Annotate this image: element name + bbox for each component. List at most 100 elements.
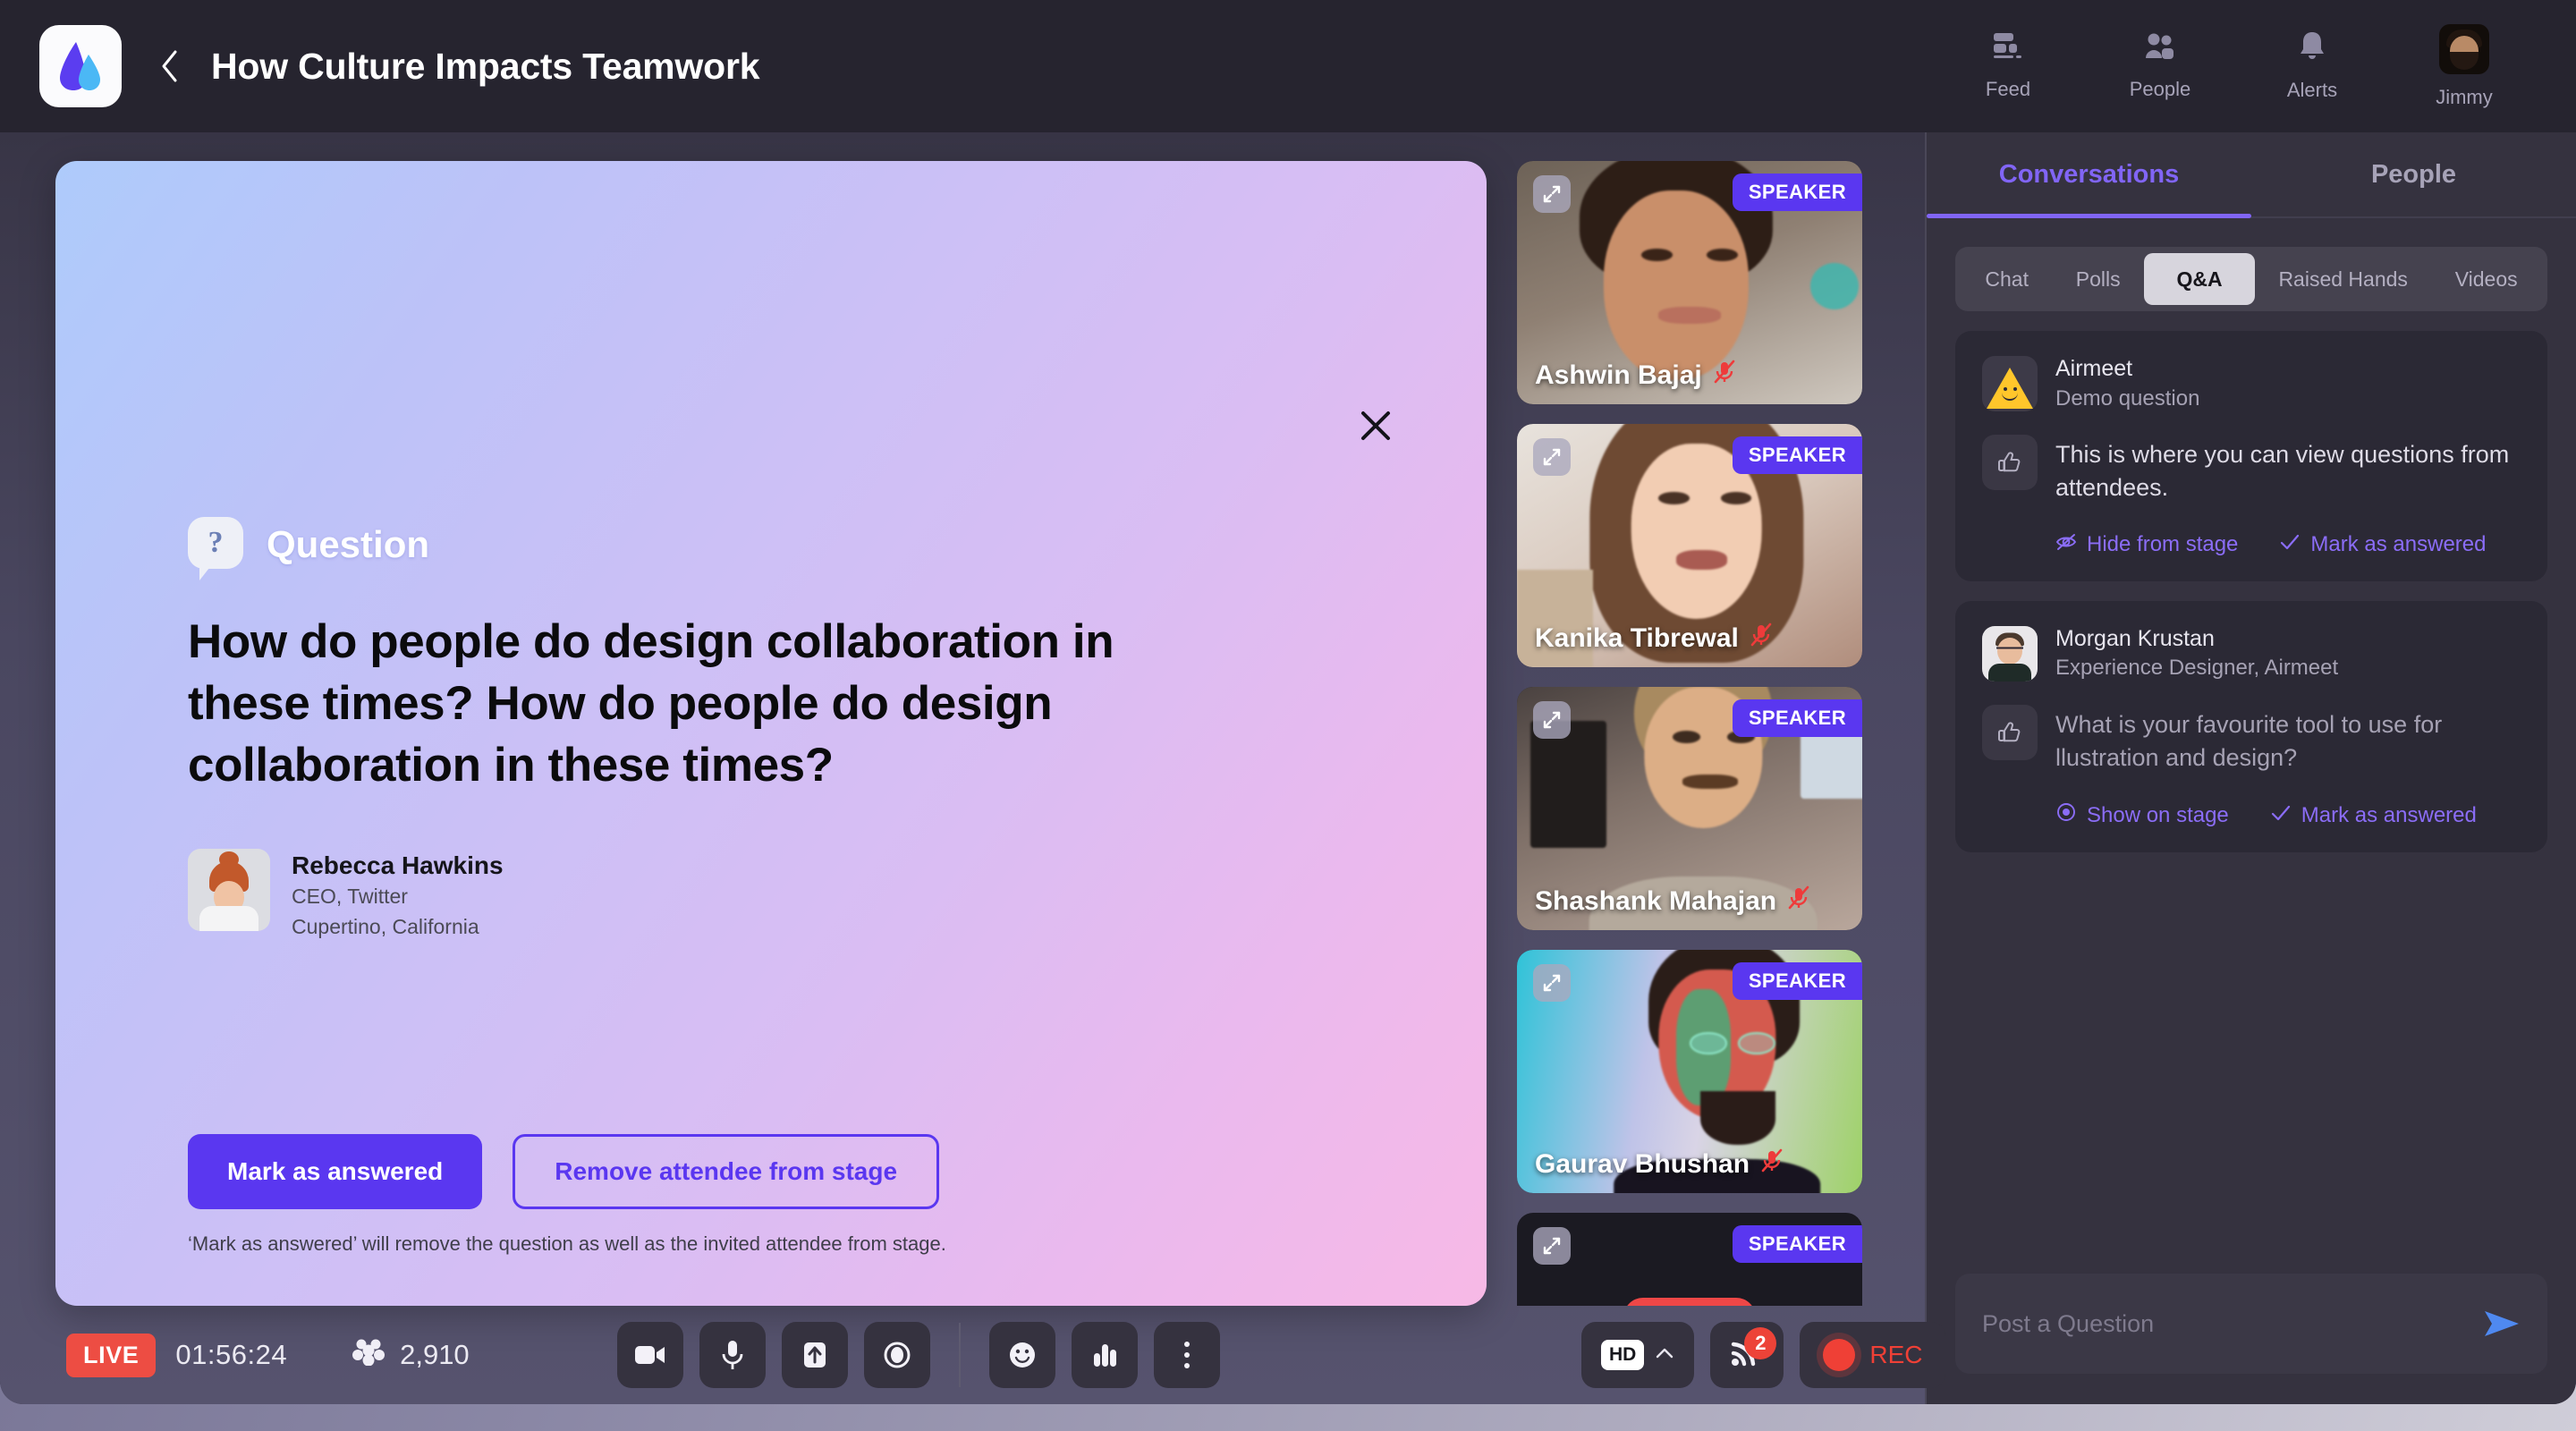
- speaker-tile[interactable]: SPEAKER Shashank Mahajan: [1517, 687, 1862, 930]
- hd-quality-button[interactable]: HD: [1581, 1322, 1695, 1388]
- check-icon: [2279, 532, 2301, 557]
- visibility-button[interactable]: [864, 1322, 930, 1388]
- speaker-rail: SPEAKER Ashwin Bajaj SPEAKER Kanika Tibr…: [1517, 161, 1893, 1306]
- speaker-badge: SPEAKER: [1732, 962, 1862, 1000]
- expand-icon[interactable]: [1533, 701, 1571, 739]
- emoji-button[interactable]: [989, 1322, 1055, 1388]
- microphone-button[interactable]: [699, 1322, 766, 1388]
- questioner-name: Airmeet: [2055, 356, 2133, 381]
- speaker-name-row: Ashwin Bajaj: [1535, 360, 1736, 392]
- media-controls: [617, 1322, 1220, 1388]
- hide-from-stage-label: Hide from stage: [2087, 532, 2239, 557]
- divider: [959, 1323, 961, 1387]
- expand-icon[interactable]: [1533, 175, 1571, 213]
- airmeet-logo-icon[interactable]: [39, 25, 122, 107]
- thumbs-up-icon[interactable]: [1982, 704, 2038, 760]
- nav-item-profile[interactable]: Jimmy: [2388, 23, 2540, 109]
- thumbs-up-icon[interactable]: [1982, 435, 2038, 491]
- network-signal-button[interactable]: 2: [1710, 1322, 1784, 1388]
- kebab-menu-icon: [1184, 1342, 1190, 1368]
- speaker-tile[interactable]: SPEAKER AG: [1517, 1213, 1862, 1306]
- question-author: Rebecca Hawkins CEO, Twitter Cupertino, …: [188, 848, 1370, 942]
- speaker-name-row: Shashank Mahajan: [1535, 885, 1810, 918]
- app-window: How Culture Impacts Teamwork Feed People…: [0, 0, 2576, 1404]
- chevron-left-icon[interactable]: [152, 39, 188, 93]
- mark-as-answered-label: Mark as answered: [2301, 802, 2477, 827]
- bell-icon: [2297, 30, 2327, 67]
- mic-off-icon: [1713, 360, 1736, 392]
- record-dot-icon: [1823, 1339, 1856, 1371]
- session-timer: 01:56:24: [175, 1339, 288, 1370]
- record-button[interactable]: REC: [1800, 1322, 1946, 1388]
- speaker-badge: SPEAKER: [1732, 174, 1862, 211]
- questioner-sub: Experience Designer, Airmeet: [2055, 656, 2339, 681]
- question-content: ? Question How do people do design colla…: [55, 161, 1487, 942]
- close-icon[interactable]: [1351, 401, 1401, 451]
- chevron-up-icon: [1655, 1347, 1674, 1364]
- hd-label: HD: [1601, 1340, 1645, 1370]
- segment-videos[interactable]: Videos: [2431, 253, 2541, 305]
- show-on-stage-button[interactable]: Show on stage: [2055, 801, 2229, 829]
- more-options-button[interactable]: [1154, 1322, 1220, 1388]
- avatar: [2439, 23, 2489, 74]
- nav-item-people[interactable]: People: [2084, 31, 2236, 101]
- question-note: ‘Mark as answered’ will remove the quest…: [188, 1232, 946, 1255]
- initials-avatar: AG: [1623, 1297, 1756, 1306]
- question-card: Morgan Krustan Experience Designer, Airm…: [1955, 600, 2547, 853]
- speaker-name: Shashank Mahajan: [1535, 886, 1777, 916]
- segment-qa[interactable]: Q&A: [2144, 253, 2256, 305]
- eye-off-icon: [2055, 532, 2077, 558]
- segment-chat[interactable]: Chat: [1962, 253, 2052, 305]
- segment-polls[interactable]: Polls: [2052, 253, 2144, 305]
- expand-icon[interactable]: [1533, 1227, 1571, 1265]
- question-actions: Mark as answered Remove attendee from st…: [55, 1134, 1487, 1209]
- stage-toolbar: LIVE 01:56:24 2,910 HD 2 REC: [0, 1306, 1946, 1404]
- hide-from-stage-button[interactable]: Hide from stage: [2055, 532, 2238, 558]
- bar-chart-icon: [1094, 1344, 1116, 1367]
- mark-as-answered-label: Mark as answered: [2310, 532, 2487, 557]
- nav-item-alerts[interactable]: Alerts: [2236, 30, 2388, 102]
- question-card: Airmeet Demo question This is where you …: [1955, 331, 2547, 581]
- question-card-actions: Hide from stage Mark as answered: [1982, 532, 2521, 558]
- question-composer: [1955, 1274, 2547, 1374]
- stage-column: ? Question How do people do design colla…: [0, 132, 1946, 1404]
- video-camera-icon: [635, 1346, 665, 1364]
- question-card-body: This is where you can view questions fro…: [1982, 435, 2521, 505]
- top-navigation: Feed People Alerts Jimmy: [1932, 23, 2540, 109]
- expand-icon[interactable]: [1533, 964, 1571, 1002]
- camera-button[interactable]: [617, 1322, 683, 1388]
- share-screen-button[interactable]: [782, 1322, 848, 1388]
- top-bar: How Culture Impacts Teamwork Feed People…: [0, 0, 2576, 132]
- question-card-header: Morgan Krustan Experience Designer, Airm…: [1982, 624, 2521, 683]
- segment-raised-hands[interactable]: Raised Hands: [2255, 253, 2431, 305]
- speaker-tile[interactable]: SPEAKER Ashwin Bajaj: [1517, 161, 1862, 404]
- send-icon[interactable]: [2479, 1306, 2524, 1342]
- feed-icon: [1991, 31, 2025, 66]
- conversations-panel: Conversations People Chat Polls Q&A Rais…: [1925, 132, 2576, 1404]
- tab-conversations[interactable]: Conversations: [1927, 132, 2251, 218]
- post-question-input[interactable]: [1982, 1309, 2479, 1338]
- question-text: How do people do design collaboration in…: [188, 615, 1114, 792]
- signal-badge: 2: [1744, 1327, 1777, 1359]
- mark-as-answered-button[interactable]: Mark as answered: [2270, 801, 2477, 829]
- record-label: REC: [1869, 1341, 1923, 1368]
- speaker-tile[interactable]: SPEAKER Gaurav Bhushan: [1517, 950, 1862, 1193]
- tab-people[interactable]: People: [2251, 132, 2576, 216]
- speaker-tile[interactable]: SPEAKER Kanika Tibrewal: [1517, 424, 1862, 667]
- remove-attendee-from-stage-button[interactable]: Remove attendee from stage: [513, 1134, 940, 1209]
- status-badge: LIVE: [66, 1333, 157, 1377]
- nav-label-people: People: [2129, 78, 2191, 100]
- nav-label-feed: Feed: [1985, 78, 2031, 100]
- nav-label-alerts: Alerts: [2286, 79, 2338, 101]
- question-card-header: Airmeet Demo question: [1982, 354, 2521, 413]
- speaker-badge: SPEAKER: [1732, 699, 1862, 737]
- polls-button[interactable]: [1072, 1322, 1138, 1388]
- speaker-badge: SPEAKER: [1732, 1225, 1862, 1263]
- mark-as-answered-button[interactable]: Mark as answered: [188, 1134, 483, 1209]
- panel-segmented-control: Chat Polls Q&A Raised Hands Videos: [1955, 247, 2547, 311]
- mark-as-answered-button[interactable]: Mark as answered: [2279, 532, 2486, 558]
- nav-item-feed[interactable]: Feed: [1932, 31, 2084, 101]
- questioner-sub: Demo question: [2055, 385, 2200, 411]
- expand-icon[interactable]: [1533, 438, 1571, 476]
- question-header: ? Question: [188, 517, 1370, 580]
